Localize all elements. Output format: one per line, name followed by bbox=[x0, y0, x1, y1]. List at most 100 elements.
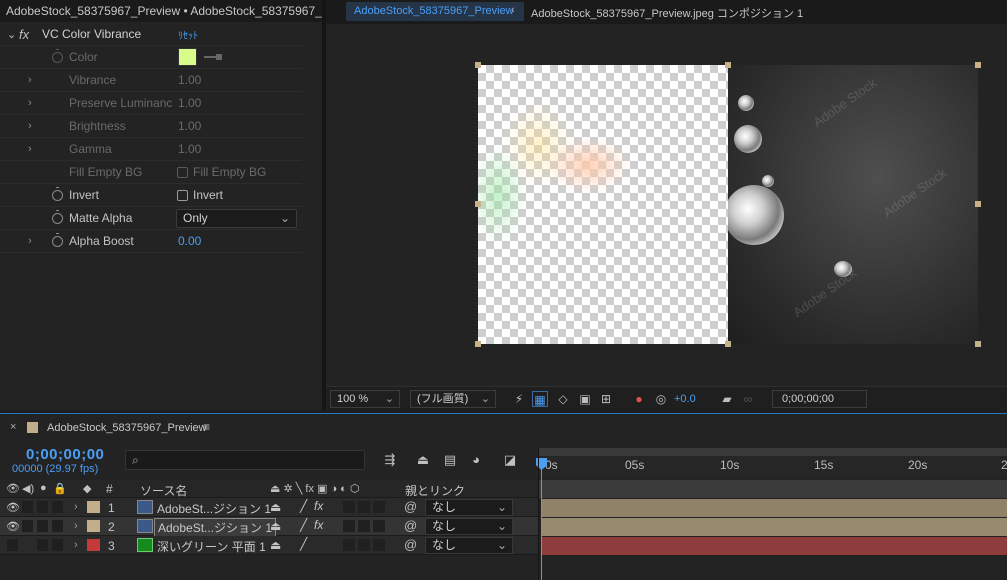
layer-name[interactable]: AdobeSt...ジション 1 bbox=[157, 500, 271, 517]
param-value[interactable]: 1.00 bbox=[178, 96, 201, 110]
layer-duration-bar[interactable] bbox=[542, 537, 1007, 555]
comp-tab[interactable]: AdobeStock_58375967_Preview bbox=[346, 2, 524, 21]
layer-name[interactable]: AdobeSt...ジション 1 bbox=[154, 518, 277, 537]
param-value[interactable]: 0.00 bbox=[178, 234, 201, 248]
transform-handle[interactable] bbox=[975, 62, 981, 68]
param-value[interactable]: 1.00 bbox=[178, 119, 201, 133]
shy-icon[interactable]: ⏏ bbox=[270, 519, 281, 533]
twirl-closed-icon[interactable]: › bbox=[28, 97, 32, 109]
frame-blending-icon[interactable]: ▤ bbox=[441, 452, 459, 468]
twirl-closed-icon[interactable]: › bbox=[28, 235, 32, 247]
color-swatch[interactable] bbox=[178, 48, 197, 66]
solo-toggle[interactable] bbox=[37, 501, 48, 513]
transparency-grid-icon[interactable]: ▦ bbox=[532, 391, 548, 407]
panel-divider[interactable] bbox=[322, 0, 326, 410]
viewer-timecode[interactable]: 0;00;00;00 bbox=[772, 390, 867, 408]
checkbox[interactable] bbox=[177, 189, 188, 201]
channel-rgb-icon[interactable]: ● bbox=[631, 391, 647, 407]
eyedropper-icon[interactable] bbox=[204, 54, 222, 60]
effect-header-row[interactable]: ⌄ fx VC Color Vibrance ﾘｾｯﾄ bbox=[0, 23, 302, 46]
transform-handle[interactable] bbox=[475, 62, 481, 68]
layer-label-color[interactable] bbox=[87, 539, 100, 551]
parent-dropdown[interactable]: なし ⌄ bbox=[425, 518, 513, 535]
twirl-closed-icon[interactable]: › bbox=[28, 143, 32, 155]
transform-handle[interactable] bbox=[475, 201, 481, 207]
quality-switch-icon[interactable]: ╱ bbox=[300, 537, 307, 551]
reset-link[interactable]: ﾘｾｯﾄ bbox=[178, 27, 198, 42]
viewer-canvas[interactable]: Adobe Stock Adobe Stock Adobe Stock bbox=[326, 24, 1007, 386]
adjustment-switch[interactable] bbox=[373, 501, 385, 513]
pickwhip-icon[interactable]: @ bbox=[404, 537, 417, 552]
quality-switch-icon[interactable]: ╱ bbox=[300, 499, 307, 513]
motion-blur-switch[interactable] bbox=[358, 539, 370, 551]
work-area-bar[interactable] bbox=[538, 448, 1007, 456]
layer-duration-bar[interactable] bbox=[542, 499, 1007, 517]
layer-name[interactable]: 深いグリーン 平面 1 bbox=[157, 538, 266, 555]
shy-icon[interactable]: ⏏ bbox=[270, 538, 281, 552]
twirl-closed-icon[interactable]: › bbox=[74, 539, 78, 551]
frame-blend-switch[interactable] bbox=[343, 539, 355, 551]
layer-row[interactable]: 👁 › 2 AdobeSt...ジション 1 ⏏ ╱ fx @ なし ⌄ bbox=[0, 517, 538, 537]
checkbox[interactable] bbox=[177, 166, 188, 178]
shy-icon[interactable]: ⏏ bbox=[270, 500, 281, 514]
param-value[interactable]: 1.00 bbox=[178, 142, 201, 156]
audio-icon[interactable]: ◀) bbox=[22, 482, 34, 495]
layer-label-color[interactable] bbox=[87, 501, 100, 513]
audio-toggle[interactable] bbox=[22, 501, 33, 513]
transform-handle[interactable] bbox=[975, 341, 981, 347]
parent-dropdown[interactable]: なし ⌄ bbox=[425, 499, 513, 516]
show-snapshot-icon[interactable]: ∞ bbox=[740, 391, 756, 407]
quality-switch-icon[interactable]: ╱ bbox=[300, 518, 307, 532]
current-timecode[interactable]: 0;00;00;00 bbox=[26, 446, 104, 463]
exposure-value[interactable]: +0.0 bbox=[674, 393, 696, 405]
twirl-closed-icon[interactable]: › bbox=[28, 74, 32, 86]
comp-frame[interactable]: Adobe Stock Adobe Stock Adobe Stock bbox=[475, 62, 981, 347]
mask-path-icon[interactable]: ◇ bbox=[555, 391, 571, 407]
transform-handle[interactable] bbox=[725, 341, 731, 347]
solo-icon[interactable]: ● bbox=[40, 482, 47, 494]
column-source-name[interactable]: ソース名 bbox=[140, 482, 187, 499]
adjustment-switch[interactable] bbox=[373, 539, 385, 551]
twirl-closed-icon[interactable]: › bbox=[28, 120, 32, 132]
column-parent-link[interactable]: 親とリンク bbox=[405, 482, 465, 499]
lock-toggle[interactable] bbox=[52, 539, 63, 551]
eye-icon[interactable]: 👁 bbox=[6, 520, 20, 533]
fast-preview-icon[interactable]: ⚡ bbox=[511, 391, 527, 407]
solo-toggle[interactable] bbox=[37, 520, 48, 532]
resolution-dropdown[interactable]: (フル画質) ⌄ bbox=[410, 390, 496, 408]
timeline-title[interactable]: AdobeStock_58375967_Preview bbox=[47, 422, 207, 434]
solo-toggle[interactable] bbox=[37, 539, 48, 551]
matte-alpha-dropdown[interactable]: Only ⌄ bbox=[176, 208, 297, 228]
stopwatch-icon[interactable] bbox=[52, 232, 63, 247]
motion-blur-switch[interactable] bbox=[358, 501, 370, 513]
shy-switch-icon[interactable]: ⏏ ✲ ╲ fx ▣ ◑ ◐ ⬡ bbox=[270, 482, 359, 495]
layer-duration-bar[interactable] bbox=[542, 518, 1007, 536]
eye-icon[interactable]: 👁 bbox=[6, 501, 20, 514]
stopwatch-icon[interactable] bbox=[52, 209, 63, 224]
fx-switch-icon[interactable]: fx bbox=[314, 518, 323, 532]
panel-menu-icon[interactable]: ≡ bbox=[203, 420, 210, 434]
motion-blur-icon[interactable]: ◕ bbox=[467, 452, 485, 468]
transform-handle[interactable] bbox=[975, 201, 981, 207]
stopwatch-icon[interactable] bbox=[52, 186, 63, 201]
zoom-dropdown[interactable]: 100 % ⌄ bbox=[330, 390, 400, 408]
close-icon[interactable]: × bbox=[10, 421, 16, 433]
motion-blur-switch[interactable] bbox=[358, 520, 370, 532]
twirl-open-icon[interactable]: ⌄ bbox=[7, 28, 16, 41]
graph-editor-icon[interactable]: ◪ bbox=[501, 452, 519, 468]
eye-icon[interactable]: 👁 bbox=[6, 482, 20, 495]
effect-controls-tab[interactable]: AdobeStock_58375967_Preview • AdobeStock… bbox=[0, 0, 322, 22]
color-management-icon[interactable]: ◎ bbox=[653, 391, 669, 407]
chevron-left-icon[interactable]: ‹ bbox=[511, 4, 515, 16]
fx-switch-icon[interactable]: fx bbox=[314, 499, 323, 513]
visibility-toggle[interactable] bbox=[7, 539, 18, 551]
frame-blend-switch[interactable] bbox=[343, 501, 355, 513]
lock-toggle[interactable] bbox=[52, 520, 63, 532]
snapshot-camera-icon[interactable]: ▰ bbox=[719, 391, 735, 407]
shy-layers-icon[interactable]: ⏏ bbox=[414, 452, 432, 468]
adjustment-switch[interactable] bbox=[373, 520, 385, 532]
label-tag-icon[interactable]: ◆ bbox=[83, 482, 91, 495]
layer-row[interactable]: › 3 深いグリーン 平面 1 ⏏ ╱ @ なし ⌄ bbox=[0, 536, 538, 555]
pickwhip-icon[interactable]: @ bbox=[404, 499, 417, 514]
transform-handle[interactable] bbox=[725, 62, 731, 68]
